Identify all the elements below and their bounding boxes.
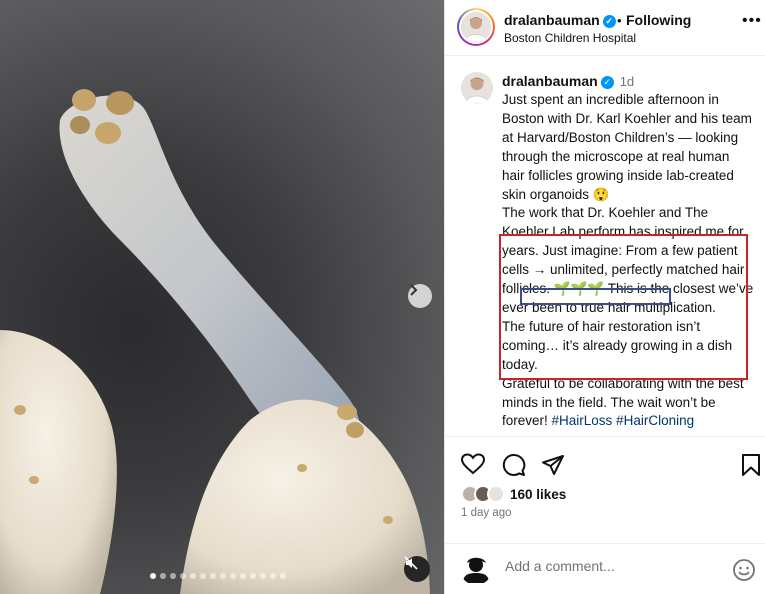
post-media[interactable] — [0, 0, 444, 594]
carousel-dot — [210, 573, 216, 579]
more-horizontal-icon[interactable]: ••• — [742, 12, 762, 30]
carousel-dot — [250, 573, 256, 579]
header-username-text[interactable]: dralanbauman — [504, 12, 600, 28]
avatar[interactable] — [457, 8, 495, 46]
carousel-indicator — [150, 573, 286, 579]
post-header: dralanbauman ✓ • Following Boston Childre… — [445, 0, 765, 56]
carousel-dot — [280, 573, 286, 579]
post-actions: 160 likes 1 day ago — [445, 436, 765, 594]
header-username[interactable]: dralanbauman ✓ — [504, 12, 616, 28]
carousel-dot — [190, 573, 196, 579]
carousel-dot — [170, 573, 176, 579]
carousel-dot — [230, 573, 236, 579]
caption-avatar[interactable] — [461, 72, 493, 104]
liker-avatar[interactable] — [487, 485, 505, 503]
carousel-dot — [150, 573, 156, 579]
mute-button[interactable] — [404, 556, 430, 582]
likes-count[interactable]: 160 likes — [510, 487, 566, 502]
verified-badge-icon: ✓ — [602, 14, 616, 28]
header-separator: • — [617, 13, 622, 28]
comment-bar — [445, 543, 765, 594]
comment-input[interactable] — [505, 558, 725, 574]
smiley-icon[interactable] — [732, 558, 756, 587]
location-link[interactable]: Boston Children Hospital — [504, 31, 636, 45]
likes-row: 160 likes — [461, 485, 566, 503]
carousel-dot — [270, 573, 276, 579]
following-button[interactable]: Following — [626, 12, 691, 28]
highlight-box-blue — [520, 288, 671, 305]
post-timestamp[interactable]: 1 day ago — [461, 507, 512, 519]
carousel-dot — [260, 573, 266, 579]
carousel-dot — [160, 573, 166, 579]
hair-follicle-image — [0, 89, 430, 594]
bookmark-icon[interactable] — [741, 453, 761, 482]
highlight-box-red — [499, 234, 748, 380]
caption-time[interactable]: 1d — [620, 74, 634, 89]
carousel-dot — [240, 573, 246, 579]
carousel-dot — [220, 573, 226, 579]
caption-hashtags[interactable]: #HairLoss #HairCloning — [552, 413, 695, 428]
share-icon[interactable] — [541, 453, 565, 482]
comment-icon[interactable] — [502, 453, 526, 482]
user-avatar — [460, 553, 492, 585]
caption-header: dralanbauman ✓ 1d — [502, 73, 634, 89]
carousel-dot — [180, 573, 186, 579]
carousel-dot — [200, 573, 206, 579]
instagram-post: dralanbauman ✓ • Following Boston Childre… — [0, 0, 765, 594]
verified-badge-icon: ✓ — [600, 75, 614, 89]
next-media-button[interactable] — [408, 284, 432, 308]
heart-icon[interactable] — [460, 453, 486, 480]
caption-username[interactable]: dralanbauman — [502, 73, 598, 89]
